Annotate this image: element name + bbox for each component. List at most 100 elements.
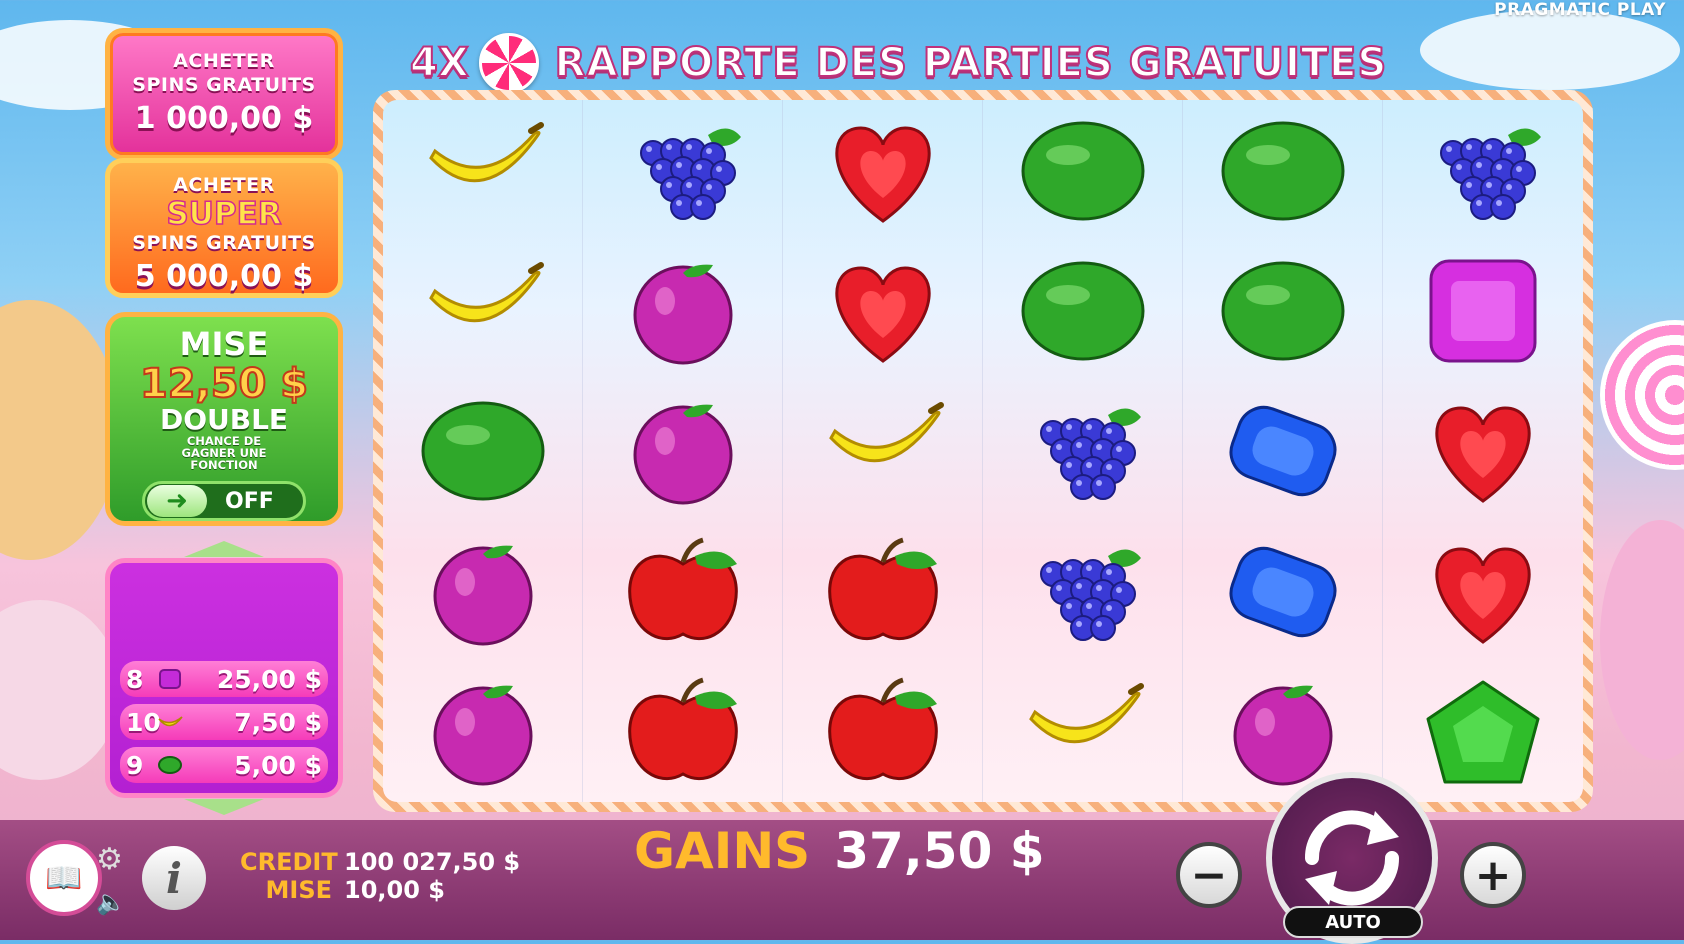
win-history-panel: 8 25,00 $ 10 7,50 $ 9 5,00 $ — [105, 541, 343, 815]
buy-label: SPINS GRATUITS — [132, 74, 316, 96]
reel-cell — [1183, 240, 1383, 381]
gear-icon[interactable]: ⚙ — [96, 842, 123, 877]
buy-super-spins-button[interactable]: ACHETER SUPER SPINS GRATUITS 5 000,00 $ — [105, 158, 343, 298]
apple-icon — [627, 537, 738, 640]
watermelon-icon — [1021, 261, 1144, 361]
purple-candy-icon — [1429, 259, 1537, 363]
buy-price: 1 000,00 $ — [134, 101, 314, 136]
credit-value: 100 027,50 $ — [344, 848, 521, 876]
ante-bet-panel: MISE 12,50 $ DOUBLE CHANCE DE GAGNER UNE… — [105, 312, 343, 526]
win-row: 8 25,00 $ — [120, 661, 328, 697]
blue-candy-icon — [1229, 406, 1336, 497]
decrease-bet-button[interactable]: − — [1176, 842, 1242, 908]
banner-multiplier: 4X — [409, 39, 470, 87]
feature-banner: 4X RAPPORTE DES PARTIES GRATUITES — [409, 28, 1560, 98]
candy-hill — [0, 300, 120, 560]
info-button[interactable]: i — [142, 846, 206, 910]
increase-bet-button[interactable]: + — [1460, 842, 1526, 908]
banana-icon — [158, 716, 183, 727]
win-value: 37,50 $ — [834, 822, 1045, 880]
banana-icon — [1028, 683, 1144, 744]
apple-icon — [827, 677, 938, 781]
reel-cell — [583, 380, 783, 522]
purple-candy-icon — [159, 669, 181, 689]
ante-amount: 12,50 $ — [139, 361, 309, 407]
plum-icon — [433, 545, 532, 646]
super-label: SUPER — [166, 196, 283, 232]
reel-grid — [383, 100, 1583, 802]
credit-label: CREDIT — [240, 848, 338, 876]
green-candy-icon — [1426, 680, 1540, 784]
reel-cell — [383, 380, 583, 522]
watermelon-icon — [1021, 121, 1144, 221]
autoplay-button[interactable]: AUTO — [1283, 906, 1423, 938]
reel-cell — [583, 661, 783, 802]
arrow-right-icon: ➜ — [147, 485, 207, 517]
spin-arrows-icon — [1304, 810, 1400, 906]
reel-cell — [383, 521, 583, 662]
grapes-icon — [1039, 408, 1141, 501]
win-display: GAINS 37,50 $ — [634, 822, 1045, 880]
watermelon-icon — [158, 756, 182, 774]
reel-cell — [1383, 240, 1583, 380]
win-row: 9 5,00 $ — [120, 747, 328, 783]
buy-price: 5 000,00 $ — [134, 259, 314, 294]
banner-text: RAPPORTE DES PARTIES GRATUITES — [554, 39, 1388, 87]
scroll-down-arrow[interactable] — [184, 799, 264, 815]
brand-logo: PRAGMATIC PLAY — [1494, 0, 1666, 20]
buy-label: ACHETER — [173, 50, 275, 72]
candy-hill — [1600, 520, 1684, 760]
win-amount: 5,00 $ — [234, 750, 322, 780]
reel-cell — [1183, 521, 1383, 662]
plum-icon — [633, 264, 732, 365]
banana-icon — [428, 121, 544, 182]
win-count: 9 — [126, 750, 144, 780]
red-heart-icon — [834, 126, 931, 223]
speaker-icon[interactable]: 🔈 — [96, 888, 126, 916]
blue-candy-icon — [1229, 546, 1336, 637]
win-label: GAINS — [634, 822, 811, 880]
candy-hill — [0, 600, 120, 780]
watermelon-icon — [1221, 121, 1344, 221]
win-amount: 25,00 $ — [216, 664, 322, 694]
book-of-rules-icon[interactable]: 📖 — [26, 840, 102, 916]
ante-desc: CHANCE DE GAGNER UNE FONCTION — [181, 434, 267, 472]
win-count: 10 — [126, 707, 161, 737]
banana-icon — [428, 262, 544, 323]
reel-cell — [583, 521, 783, 662]
win-row: 10 7,50 $ — [120, 704, 328, 740]
bet-label: MISE — [265, 876, 333, 904]
reel-cell — [1383, 662, 1583, 802]
reel-cell — [983, 661, 1183, 802]
credit-display: CREDIT 100 027,50 $ MISE 10,00 $ — [240, 848, 520, 904]
reel-cell — [783, 380, 983, 522]
lollipop-decor — [1600, 320, 1684, 470]
ante-bet-toggle[interactable]: ➜ OFF — [142, 481, 306, 521]
red-heart-icon — [1435, 547, 1531, 644]
reel-cell — [983, 521, 1183, 662]
reel-cell — [783, 100, 983, 241]
scroll-up-arrow[interactable] — [184, 541, 264, 557]
red-heart-icon — [1435, 406, 1531, 504]
reel-cell — [583, 240, 783, 381]
reel-cell — [383, 240, 583, 381]
bet-value: 10,00 $ — [344, 876, 445, 904]
buy-label: SPINS GRATUITS — [132, 232, 316, 254]
grapes-icon — [1440, 128, 1541, 220]
watermelon-icon — [1221, 261, 1344, 361]
plum-icon — [1233, 685, 1332, 786]
reel-cell — [383, 661, 583, 802]
reel-cell — [783, 240, 983, 381]
reel-cell — [983, 380, 1183, 522]
red-heart-icon — [834, 266, 931, 363]
reel-cell — [1183, 100, 1383, 241]
banana-icon — [828, 402, 944, 463]
reel-cell — [383, 100, 583, 241]
toggle-state: OFF — [225, 488, 274, 514]
buy-free-spins-button[interactable]: ACHETER SPINS GRATUITS 1 000,00 $ — [105, 28, 343, 160]
apple-icon — [627, 677, 738, 781]
grapes-icon — [1039, 549, 1141, 641]
ante-double: DOUBLE — [159, 403, 289, 436]
apple-icon — [827, 537, 938, 640]
watermelon-icon — [421, 401, 544, 501]
